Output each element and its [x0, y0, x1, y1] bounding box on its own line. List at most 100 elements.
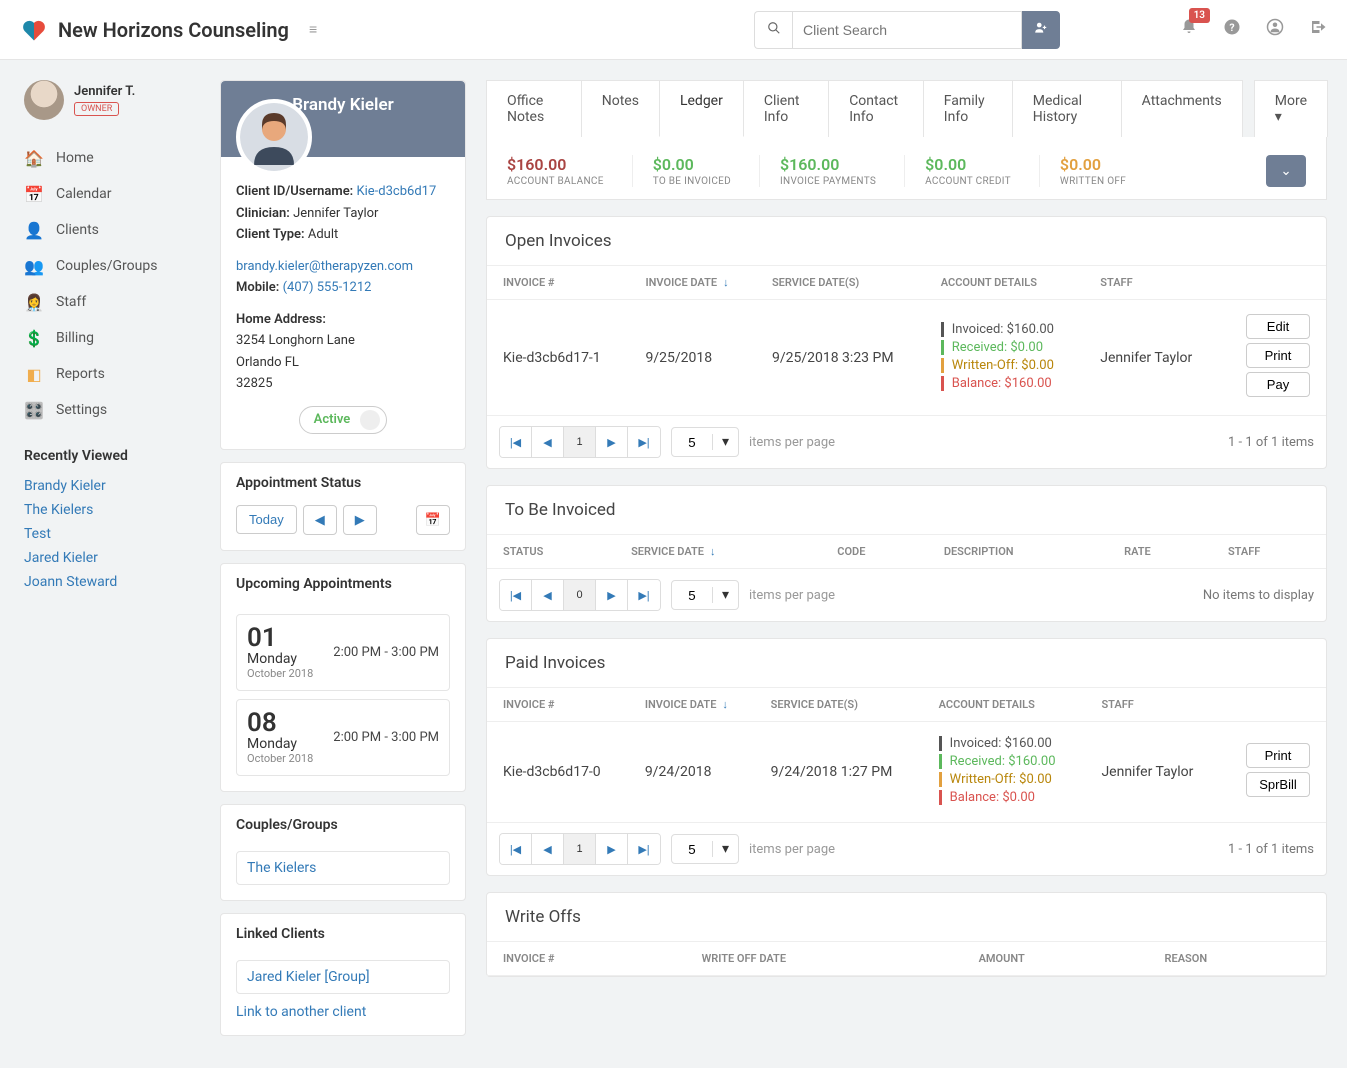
pager-current[interactable]: 0: [564, 580, 596, 610]
dropdown-icon[interactable]: ▾: [712, 841, 738, 857]
pager-next[interactable]: ▶: [596, 834, 628, 864]
pager-prev[interactable]: ◀: [532, 834, 564, 864]
pager-current[interactable]: 1: [564, 834, 596, 864]
col-header[interactable]: STAFF: [1212, 535, 1326, 569]
sprbill-button[interactable]: SprBill: [1246, 772, 1310, 797]
col-header[interactable]: INVOICE DATE↓: [629, 688, 755, 722]
perpage-select[interactable]: ▾: [671, 580, 739, 610]
perpage-input[interactable]: [672, 842, 712, 857]
col-header[interactable]: INVOICE #: [487, 266, 629, 300]
col-header[interactable]: DESCRIPTION: [928, 535, 1108, 569]
pager-first[interactable]: |◀: [500, 580, 532, 610]
menu-toggle-icon[interactable]: ≡: [309, 21, 317, 38]
appointment-item[interactable]: 08 Monday October 2018 2:00 PM - 3:00 PM: [236, 699, 450, 776]
col-header[interactable]: STAFF: [1084, 266, 1220, 300]
col-header[interactable]: INVOICE #: [487, 688, 629, 722]
pager-last[interactable]: ▶|: [628, 834, 660, 864]
nav-clients[interactable]: 👤Clients: [20, 212, 200, 248]
pager-prev[interactable]: ◀: [532, 580, 564, 610]
col-header[interactable]: WRITE OFF DATE: [686, 942, 963, 976]
nav-couples[interactable]: 👥Couples/Groups: [20, 248, 200, 284]
notifications-icon[interactable]: 13: [1180, 18, 1198, 41]
prev-day-button[interactable]: ◀: [303, 505, 337, 535]
appointment-item[interactable]: 01 Monday October 2018 2:00 PM - 3:00 PM: [236, 614, 450, 691]
edit-button[interactable]: Edit: [1246, 314, 1310, 339]
perpage-select[interactable]: ▾: [671, 427, 739, 457]
print-button[interactable]: Print: [1246, 343, 1310, 368]
billing-icon: 💲: [24, 328, 44, 348]
col-header[interactable]: CODE: [821, 535, 928, 569]
col-header[interactable]: INVOICE #: [487, 942, 686, 976]
pager-prev[interactable]: ◀: [532, 427, 564, 457]
col-header[interactable]: SERVICE DATE(S): [756, 266, 925, 300]
tab-office-notes[interactable]: Office Notes: [486, 80, 582, 137]
pager-first[interactable]: |◀: [500, 834, 532, 864]
tab-more[interactable]: More ▾: [1254, 80, 1328, 137]
tab-attachments[interactable]: Attachments: [1121, 80, 1243, 137]
nav-label: Clients: [56, 222, 99, 238]
profile-icon[interactable]: [1266, 18, 1284, 41]
appt-month: October 2018: [247, 752, 313, 765]
search-button[interactable]: [754, 11, 792, 49]
tab-contact-info[interactable]: Contact Info: [828, 80, 924, 137]
linked-client[interactable]: Jared Kieler [Group]: [247, 969, 370, 985]
next-day-button[interactable]: ▶: [343, 505, 377, 535]
recent-item[interactable]: The Kielers: [24, 502, 93, 518]
col-header[interactable]: STAFF: [1085, 688, 1221, 722]
nav-home[interactable]: 🏠Home: [20, 140, 200, 176]
col-header[interactable]: STATUS: [487, 535, 615, 569]
help-icon[interactable]: ?: [1223, 18, 1241, 41]
pay-button[interactable]: Pay: [1246, 372, 1310, 397]
link-another-client[interactable]: Link to another client: [236, 1004, 366, 1020]
status-toggle[interactable]: Active: [299, 406, 388, 434]
col-header[interactable]: REASON: [1149, 942, 1327, 976]
print-button[interactable]: Print: [1246, 743, 1310, 768]
col-header[interactable]: AMOUNT: [963, 942, 1149, 976]
client-id[interactable]: Kie-d3cb6d17: [356, 184, 436, 199]
tab-client-info[interactable]: Client Info: [743, 80, 829, 137]
stat-value: $160.00: [507, 155, 604, 174]
tab-family-info[interactable]: Family Info: [923, 80, 1013, 137]
search-input[interactable]: [792, 11, 1022, 49]
pager-next[interactable]: ▶: [596, 427, 628, 457]
nav-reports[interactable]: ◧Reports: [20, 356, 200, 392]
perpage-input[interactable]: [672, 588, 712, 603]
today-button[interactable]: Today: [236, 505, 297, 534]
nav-calendar[interactable]: 📅Calendar: [20, 176, 200, 212]
dropdown-icon[interactable]: ▾: [712, 434, 738, 450]
pager-last[interactable]: ▶|: [628, 427, 660, 457]
col-header[interactable]: ACCOUNT DETAILS: [925, 266, 1085, 300]
tab-notes[interactable]: Notes: [581, 80, 660, 137]
recent-item[interactable]: Joann Steward: [24, 574, 117, 590]
col-header[interactable]: ACCOUNT DETAILS: [923, 688, 1086, 722]
status-text: Active: [314, 410, 351, 430]
tab-ledger[interactable]: Ledger: [659, 80, 744, 137]
nav-settings[interactable]: 🎛️Settings: [20, 392, 200, 428]
nav-staff[interactable]: 👩‍⚕️Staff: [20, 284, 200, 320]
pager-next[interactable]: ▶: [596, 580, 628, 610]
perpage-input[interactable]: [672, 435, 712, 450]
recent-item[interactable]: Test: [24, 526, 51, 542]
col-header[interactable]: SERVICE DATE(S): [755, 688, 923, 722]
client-mobile[interactable]: (407) 555-1212: [283, 280, 372, 295]
pager-info: 1 - 1 of 1 items: [1228, 435, 1314, 450]
pager-last[interactable]: ▶|: [628, 580, 660, 610]
tab-medical-history[interactable]: Medical History: [1012, 80, 1122, 137]
col-header[interactable]: RATE: [1108, 535, 1212, 569]
add-client-button[interactable]: [1022, 11, 1060, 49]
nav-billing[interactable]: 💲Billing: [20, 320, 200, 356]
col-header[interactable]: SERVICE DATE↓: [615, 535, 821, 569]
pager-label: items per page: [749, 435, 835, 450]
logout-icon[interactable]: [1309, 18, 1327, 41]
col-header[interactable]: INVOICE DATE↓: [629, 266, 755, 300]
calendar-picker-button[interactable]: 📅: [416, 505, 450, 535]
recent-item[interactable]: Brandy Kieler: [24, 478, 106, 494]
perpage-select[interactable]: ▾: [671, 834, 739, 864]
group-link[interactable]: The Kielers: [247, 860, 316, 876]
client-email[interactable]: brandy.kieler@therapyzen.com: [236, 259, 413, 274]
recent-item[interactable]: Jared Kieler: [24, 550, 98, 566]
pager-current[interactable]: 1: [564, 427, 596, 457]
dropdown-icon[interactable]: ▾: [712, 587, 738, 603]
pager-first[interactable]: |◀: [500, 427, 532, 457]
collapse-button[interactable]: ⌄: [1266, 155, 1306, 187]
